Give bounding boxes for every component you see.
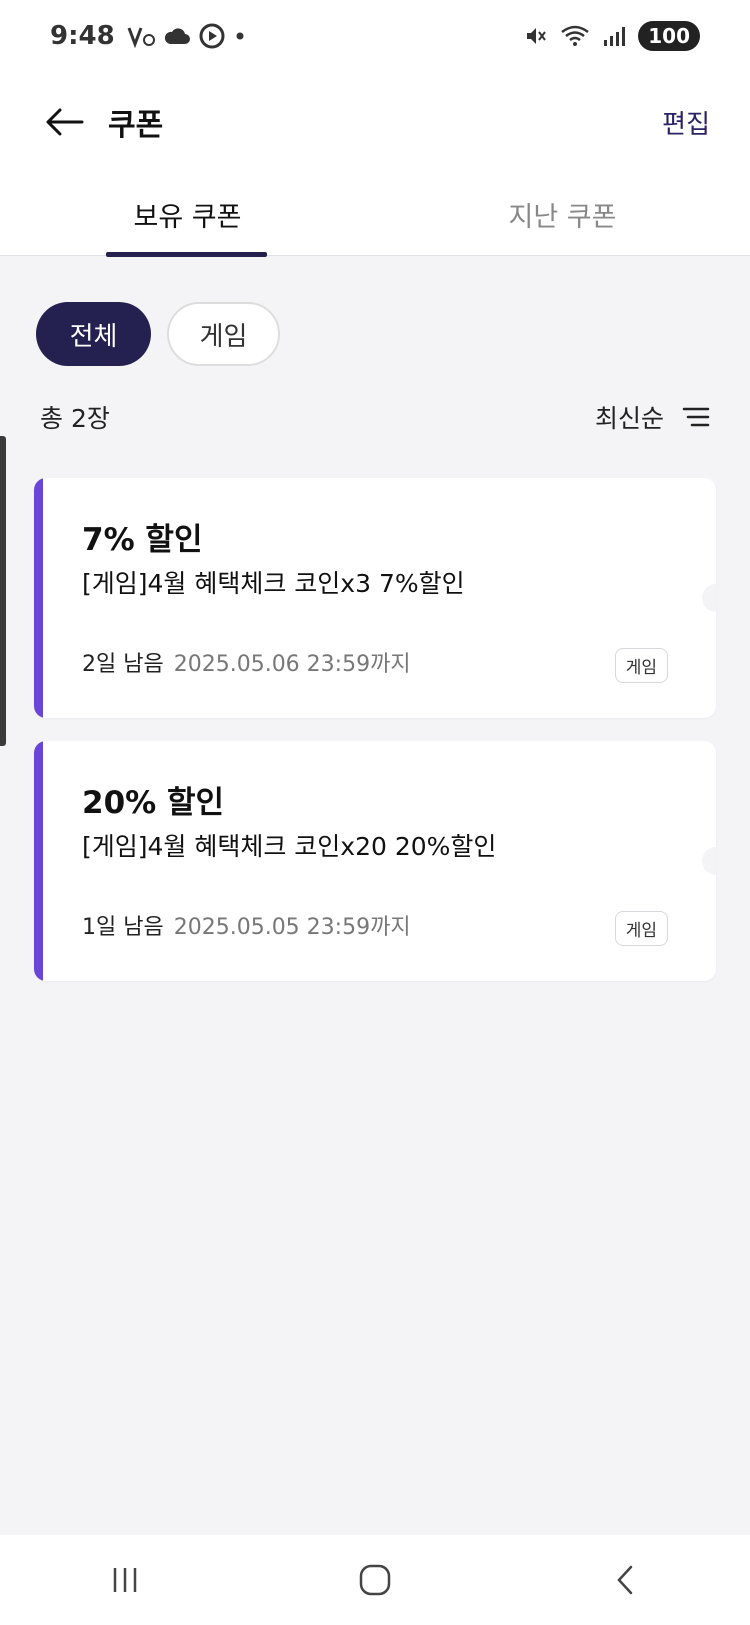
sort-label: 최신순 bbox=[594, 404, 664, 433]
coupon-title: 20% 할인 bbox=[82, 785, 225, 821]
status-left: 9:48 bbox=[50, 21, 247, 51]
edge-panel-handle[interactable] bbox=[0, 436, 6, 746]
dot-icon bbox=[236, 32, 244, 40]
coupon-accent-bar bbox=[34, 741, 43, 981]
status-bar: 9:48 100 bbox=[0, 0, 750, 72]
play-icon bbox=[199, 23, 225, 49]
recent-apps-button[interactable] bbox=[85, 1550, 165, 1610]
page-title: 쿠폰 bbox=[108, 108, 164, 143]
battery-indicator: 100 bbox=[638, 21, 700, 51]
coupon-description: [게임]4월 혜택체크 코인x3 7%할인 bbox=[82, 569, 465, 598]
coupon-category-badge: 게임 bbox=[614, 648, 668, 683]
status-notification-icons bbox=[127, 23, 247, 49]
volte-icon bbox=[127, 27, 155, 48]
tab-past-coupons[interactable]: 지난 쿠폰 bbox=[375, 172, 750, 256]
coupon-remaining: 1일 남음 bbox=[82, 915, 164, 940]
home-button[interactable] bbox=[335, 1550, 415, 1610]
status-right: 100 bbox=[524, 21, 700, 51]
coupon-remaining: 2일 남음 bbox=[82, 652, 164, 677]
summary-row: 총 2장 최신순 bbox=[40, 392, 710, 442]
sort-icon bbox=[682, 407, 710, 427]
mute-icon bbox=[527, 28, 547, 44]
coupon-category-badge: 게임 bbox=[614, 911, 668, 946]
coupon-notch bbox=[702, 584, 716, 612]
coupon-footer: 2일 남음 2025.05.06 23:59까지 bbox=[82, 646, 411, 678]
coupon-expiry: 2025.05.06 23:59까지 bbox=[173, 652, 411, 677]
chevron-left-icon bbox=[617, 1565, 633, 1595]
tab-owned-coupons[interactable]: 보유 쿠폰 bbox=[0, 172, 375, 257]
status-time: 9:48 bbox=[50, 21, 115, 51]
signal-icon bbox=[604, 27, 626, 46]
arrow-left-icon bbox=[46, 108, 84, 136]
system-back-button[interactable] bbox=[585, 1550, 665, 1610]
filter-chips: 전체 게임 bbox=[36, 302, 280, 366]
app-header: 쿠폰 편집 bbox=[0, 72, 750, 172]
coupon-card[interactable]: 7% 할인 [게임]4월 혜택체크 코인x3 7%할인 2일 남음 2025.0… bbox=[34, 478, 716, 718]
cloud-icon bbox=[164, 28, 190, 44]
wifi-icon bbox=[561, 25, 590, 46]
coupon-card[interactable]: 20% 할인 [게임]4월 혜택체크 코인x20 20%할인 1일 남음 202… bbox=[34, 741, 716, 981]
system-nav-bar bbox=[0, 1535, 750, 1625]
tab-bar: 보유 쿠폰 지난 쿠폰 bbox=[0, 172, 750, 257]
home-icon bbox=[359, 1564, 391, 1596]
recent-apps-icon bbox=[113, 1568, 137, 1592]
total-count: 총 2장 bbox=[40, 404, 110, 433]
coupon-title: 7% 할인 bbox=[82, 522, 203, 558]
coupon-description: [게임]4월 혜택체크 코인x20 20%할인 bbox=[82, 832, 497, 861]
coupon-footer: 1일 남음 2025.05.05 23:59까지 bbox=[82, 909, 411, 941]
screen: 9:48 100 쿠폰 편집 보유 쿠폰 지난 쿠폰 전체 게임 총 2장 최신… bbox=[0, 0, 750, 1625]
edit-button[interactable]: 편집 bbox=[662, 104, 710, 141]
coupon-notch bbox=[702, 847, 716, 875]
filter-chip-all[interactable]: 전체 bbox=[36, 302, 151, 366]
filter-chip-game[interactable]: 게임 bbox=[167, 302, 280, 366]
coupon-accent-bar bbox=[34, 478, 43, 718]
back-button[interactable] bbox=[40, 98, 88, 146]
sort-button[interactable]: 최신순 bbox=[595, 399, 710, 435]
coupon-expiry: 2025.05.05 23:59까지 bbox=[173, 915, 411, 940]
